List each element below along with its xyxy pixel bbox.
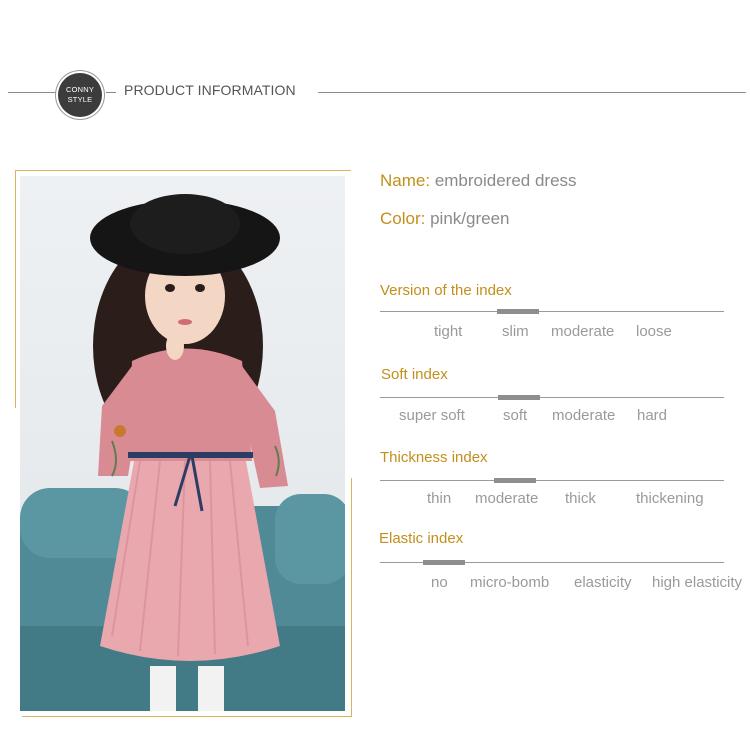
spec-name-label: Name: [380,171,431,190]
thickness-option-thin: thin [427,490,452,507]
soft-index-title: Soft index [381,366,448,383]
soft-option-hard: hard [637,407,668,424]
elastic-option-no: no [431,574,448,591]
thickness-index-scale [380,480,724,481]
elastic-index-title: Elastic index [379,530,464,547]
elastic-index-marker [423,560,465,565]
section-title: PRODUCT INFORMATION [124,82,296,98]
soft-option-moderate: moderate [552,407,616,424]
elastic-option-elasticity: elasticity [574,574,632,591]
product-photo-illustration [20,194,345,711]
logo-text-line2: STYLE [67,95,93,104]
elastic-option-high-elasticity: high elasticity [652,574,743,591]
header-divider-mid [106,92,116,93]
spec-name-value: embroidered dress [434,171,577,190]
photo-frame-top [15,170,351,171]
version-option-tight: tight [434,323,463,340]
header-divider-left [8,92,58,93]
thickness-index-marker [494,478,536,483]
spec-color-value: pink/green [430,209,510,228]
product-photo [20,176,345,711]
spec-name: Name: embroidered dress [380,171,577,191]
photo-frame-left [15,170,16,408]
spec-color: Color: pink/green [380,209,509,229]
version-option-moderate: moderate [551,323,615,340]
photo-frame-right [351,478,352,716]
thickness-option-thickening: thickening [636,490,704,507]
version-index-marker [497,309,539,314]
soft-option-soft: soft [503,407,528,424]
photo-frame-bottom [22,716,352,717]
version-option-loose: loose [636,323,672,340]
version-option-slim: slim [502,323,529,340]
brand-logo: CONNY STYLE [58,73,102,117]
spec-color-label: Color: [380,209,426,228]
soft-index-scale [380,397,724,398]
soft-index-marker [498,395,540,400]
thickness-option-thick: thick [565,490,596,507]
version-index-title: Version of the index [380,282,512,299]
version-index-scale [380,311,724,312]
soft-option-super-soft: super soft [399,407,465,424]
header-divider-right [318,92,746,93]
thickness-index-title: Thickness index [380,449,488,466]
logo-text-line1: CONNY [65,85,95,94]
thickness-option-moderate: moderate [475,490,539,507]
elastic-option-micro-bomb: micro-bomb [470,574,550,591]
